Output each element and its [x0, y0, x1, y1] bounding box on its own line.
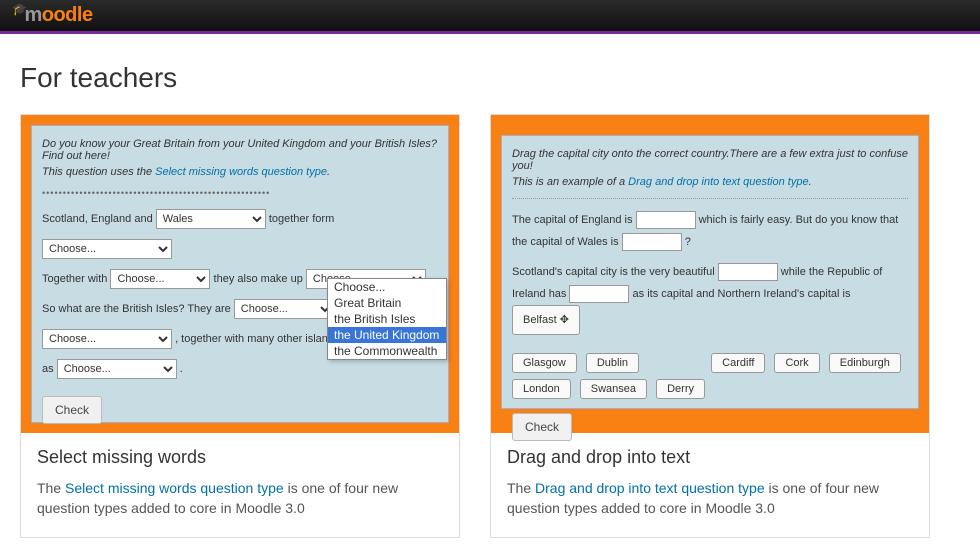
card2-dropzone-3[interactable]	[718, 263, 778, 281]
card2-dropzone-1[interactable]	[636, 211, 696, 229]
card2-drag-row-2: London Swansea Derry	[512, 379, 908, 405]
logo-m: m	[24, 4, 41, 26]
card2-intro2-post: .	[809, 176, 812, 188]
card2-drag-cardiff[interactable]: Cardiff	[711, 353, 765, 373]
card1-intro2-link[interactable]: Select missing words question type	[155, 166, 327, 178]
card2-drag-glasgow[interactable]: Glasgow	[512, 353, 577, 373]
card1-open-dropdown[interactable]: Choose... Great Britain the British Isle…	[327, 278, 447, 360]
card-drag-drop-text: Drag the capital city onto the correct c…	[490, 114, 930, 538]
card2-drag-derry[interactable]: Derry	[656, 379, 705, 399]
card1-line3-pre: Together with	[42, 273, 110, 285]
card1-check-button[interactable]: Check	[42, 396, 102, 424]
card1-select-2[interactable]: Choose...	[42, 239, 172, 259]
card1-question-preview: Do you know your Great Britain from your…	[31, 125, 449, 423]
card2-dropzone-2[interactable]	[622, 233, 682, 251]
card1-line6: as Choose... .	[42, 358, 438, 380]
card1-divider: ••••••••••••••••••••••••••••••••••••••••…	[42, 188, 438, 198]
card-row: Do you know your Great Britain from your…	[20, 114, 960, 538]
card2-desc-pre: The	[507, 480, 535, 496]
card1-desc-link[interactable]: Select missing words question type	[65, 480, 284, 496]
card2-intro2-pre: This is an example of a	[512, 176, 628, 188]
card1-line6-pre: as	[42, 363, 57, 375]
card1-opt-1[interactable]: Great Britain	[328, 295, 446, 311]
page-title: For teachers	[20, 62, 960, 94]
card2-placed-label: Belfast	[523, 314, 557, 326]
card2-p1c: ?	[682, 236, 691, 248]
logo-hat-icon: 🎓	[12, 2, 26, 16]
card2-intro2-link[interactable]: Drag and drop into text question type	[628, 176, 808, 188]
card1-line6-post: .	[180, 363, 183, 375]
top-navbar: 🎓moodle	[0, 0, 980, 34]
card1-intro2-post: .	[327, 166, 330, 178]
main-content: For teachers Do you know your Great Brit…	[0, 34, 980, 558]
card1-line1-post: together form	[269, 213, 334, 225]
card1-title: Select missing words	[37, 447, 443, 468]
card1-intro2-pre: This question uses the	[42, 166, 155, 178]
card2-title: Drag and drop into text	[507, 447, 913, 468]
card2-p2c: as its capital and Northern Ireland's ca…	[629, 288, 850, 300]
card2-intro-1: Drag the capital city onto the correct c…	[512, 148, 908, 172]
card2-drag-dublin[interactable]: Dublin	[586, 353, 639, 373]
card2-drag-cork[interactable]: Cork	[774, 353, 819, 373]
card1-line1-pre: Scotland, England and	[42, 213, 156, 225]
card2-check-button[interactable]: Check	[512, 413, 572, 441]
card-select-missing-words: Do you know your Great Britain from your…	[20, 114, 460, 538]
card2-drag-swansea[interactable]: Swansea	[580, 379, 647, 399]
card1-opt-0[interactable]: Choose...	[328, 279, 446, 295]
card1-select-7[interactable]: Choose...	[57, 359, 177, 379]
card2-question-preview: Drag the capital city onto the correct c…	[501, 135, 919, 409]
card2-body: Drag and drop into text The Drag and dro…	[491, 433, 929, 537]
card1-line2: Choose...	[42, 238, 438, 260]
card1-desc: The Select missing words question type i…	[37, 478, 443, 519]
moodle-logo[interactable]: 🎓moodle	[10, 4, 93, 27]
card1-intro-1: Do you know your Great Britain from your…	[42, 138, 438, 162]
logo-oodle: oodle	[42, 4, 93, 26]
card1-opt-3-selected[interactable]: the United Kingdom	[328, 327, 446, 343]
card2-dropzone-4[interactable]	[569, 285, 629, 303]
card2-p1a: The capital of England is	[512, 214, 636, 226]
card1-desc-pre: The	[37, 480, 65, 496]
card1-line4-pre: So what are the British Isles? They are	[42, 303, 234, 315]
card2-thumb-border: Drag the capital city onto the correct c…	[491, 115, 929, 433]
card1-select-6[interactable]: Choose...	[42, 329, 172, 349]
card2-p2a: Scotland's capital city is the very beau…	[512, 266, 718, 278]
card2-divider	[512, 198, 908, 199]
card2-placed-belfast[interactable]: Belfast ✥	[512, 305, 580, 335]
card1-intro-2: This question uses the Select missing wo…	[42, 166, 438, 178]
card1-select-1[interactable]: Wales	[156, 209, 266, 229]
card1-line3-mid: they also make up	[214, 273, 306, 285]
card2-paragraph-2: Scotland's capital city is the very beau…	[512, 261, 908, 341]
card1-opt-2[interactable]: the British Isles	[328, 311, 446, 327]
card1-thumb-border: Do you know your Great Britain from your…	[21, 115, 459, 433]
card1-line5-post: , together with many other islands,	[175, 333, 343, 345]
card2-drag-edinburgh[interactable]: Edinburgh	[829, 353, 901, 373]
move-cursor-icon: ✥	[560, 314, 569, 326]
card1-line1: Scotland, England and Wales together for…	[42, 208, 438, 230]
card1-opt-4[interactable]: the Commonwealth	[328, 343, 446, 359]
card2-desc-link[interactable]: Drag and drop into text question type	[535, 480, 765, 496]
card2-paragraph-1: The capital of England is which is fairl…	[512, 209, 908, 253]
card1-select-3[interactable]: Choose...	[110, 269, 210, 289]
card2-drag-row-1: Glasgow Dublin Cardiff Cork Edinburgh	[512, 353, 908, 379]
card2-desc: The Drag and drop into text question typ…	[507, 478, 913, 519]
card1-body: Select missing words The Select missing …	[21, 433, 459, 537]
card2-intro-2: This is an example of a Drag and drop in…	[512, 176, 908, 188]
card1-select-5[interactable]: Choose...	[234, 299, 334, 319]
card2-drag-london[interactable]: London	[512, 379, 571, 399]
